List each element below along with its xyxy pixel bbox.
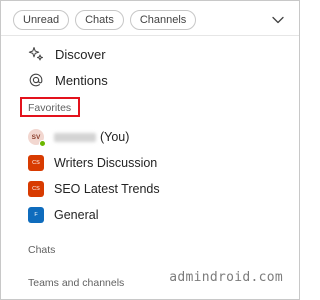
team-avatar-icon: F [28,207,44,223]
teams-section-heading[interactable]: Teams and channels [28,277,124,289]
nav-item-mentions[interactable]: Mentions [27,70,108,90]
team-avatar-icon: CS [28,155,44,171]
filter-chats-chip[interactable]: Chats [75,10,124,30]
divider [1,35,299,36]
presence-available-icon [39,140,46,147]
at-sign-icon [27,71,45,89]
discover-label: Discover [55,46,106,62]
avatar-initials: SV [31,133,41,141]
chevron-down-icon[interactable] [271,13,285,27]
favorite-item-seo-latest-trends[interactable]: CS SEO Latest Trends [28,180,160,198]
filter-chips: Unread Chats Channels [13,10,197,30]
redacted-name [54,132,96,142]
team-avatar-icon: CS [28,181,44,197]
you-suffix: (You) [100,130,130,144]
favorite-self-chat[interactable]: SV (You) [28,128,130,147]
sparkle-icon [27,45,45,63]
favorite-item-general[interactable]: F General [28,206,98,224]
favorite-label: General [54,208,99,222]
mentions-label: Mentions [55,72,108,88]
watermark: admindroid.com [169,270,283,285]
favorite-label: Writers Discussion [54,156,158,170]
avatar: SV [28,129,46,147]
favorites-heading[interactable]: Favorites [28,102,71,114]
filter-unread-chip[interactable]: Unread [13,10,70,30]
favorite-item-writers-discussion[interactable]: CS Writers Discussion [28,154,157,172]
nav-item-discover[interactable]: Discover [27,44,106,64]
chats-section-heading[interactable]: Chats [28,244,55,256]
filter-channels-chip[interactable]: Channels [129,10,197,30]
chat-list-pane: Unread Chats Channels Discover Mentions … [0,0,300,300]
favorite-label: SEO Latest Trends [54,182,160,196]
